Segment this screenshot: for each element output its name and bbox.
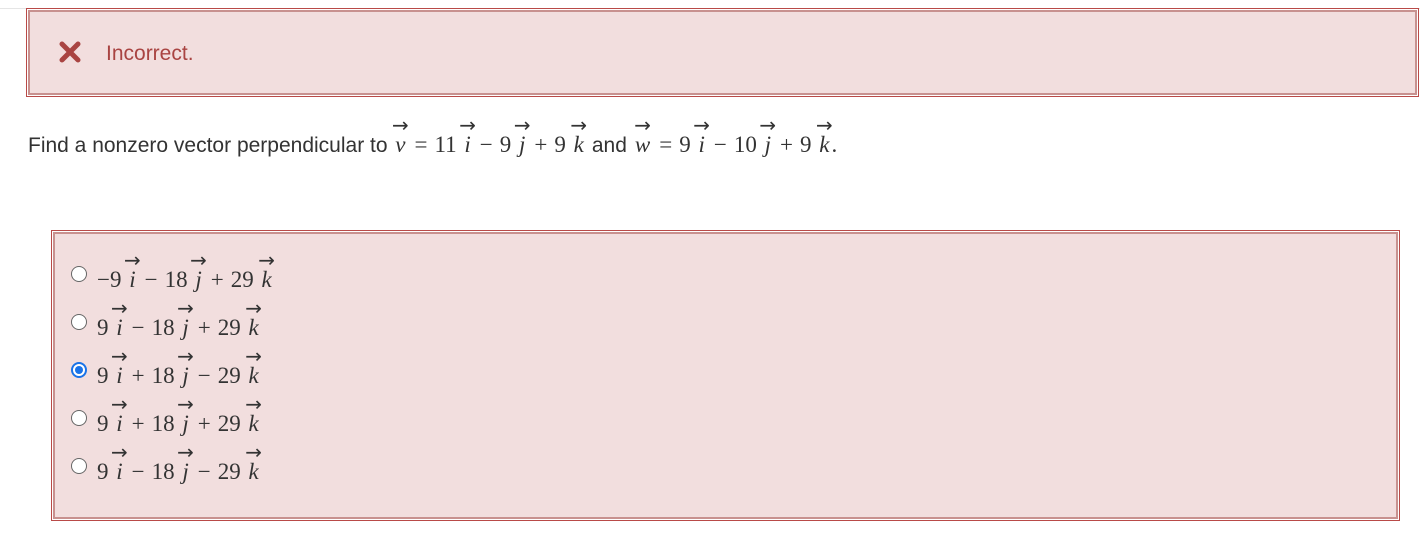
option-coefficient-j: 18 — [151, 363, 175, 388]
vector-w-expression: w = 9 i − 10 j + 9 k . — [633, 132, 837, 158]
option-operator-3: − — [197, 459, 211, 484]
radio-button[interactable] — [71, 458, 87, 474]
w-operator-2: − — [713, 132, 727, 157]
option-coefficient-i: 9 — [97, 459, 109, 484]
option-expression: 9 i − 18 j − 29 k — [97, 459, 261, 485]
radio-button[interactable] — [71, 410, 87, 426]
unit-vector-k: k — [247, 363, 261, 389]
equals-sign: = — [414, 132, 428, 157]
option-coefficient-k: 29 — [217, 315, 241, 340]
unit-vector-i: i — [114, 459, 124, 485]
option-coefficient-j: 18 — [151, 411, 175, 436]
answer-option-3[interactable]: 9 i + 18 j − 29 k — [71, 350, 261, 390]
close-icon — [59, 41, 81, 63]
option-coefficient-i: 9 — [97, 315, 109, 340]
unit-vector-i: i — [462, 132, 472, 158]
unit-vector-i: i — [127, 267, 137, 293]
v-coefficient-i: 11 — [434, 132, 457, 157]
option-operator-2: − — [131, 315, 145, 340]
option-coefficient-k: 29 — [217, 411, 241, 436]
question-prefix: Find a nonzero vector perpendicular to — [28, 134, 388, 157]
option-coefficient-k: 29 — [217, 459, 241, 484]
option-operator-2: + — [131, 411, 145, 436]
answer-option-5[interactable]: 9 i − 18 j − 29 k — [71, 446, 261, 486]
answer-option-1[interactable]: −9 i − 18 j + 29 k — [71, 254, 274, 294]
unit-vector-i: i — [114, 411, 124, 437]
unit-vector-i: i — [697, 132, 707, 158]
answer-option-4[interactable]: 9 i + 18 j + 29 k — [71, 398, 261, 438]
unit-vector-j: j — [517, 132, 527, 158]
option-coefficient-j: 18 — [151, 459, 175, 484]
unit-vector-k: k — [247, 459, 261, 485]
unit-vector-i: i — [114, 363, 124, 389]
unit-vector-k: k — [817, 132, 831, 158]
option-operator-3: − — [197, 363, 211, 388]
v-operator-2: − — [479, 132, 493, 157]
unit-vector-j: j — [763, 132, 773, 158]
option-operator-3: + — [197, 411, 211, 436]
vector-v-name: v — [393, 132, 407, 158]
answer-options-panel: −9 i − 18 j + 29 k 9 i − 18 j + 29 k 9 i — [51, 230, 1400, 521]
option-expression: 9 i + 18 j − 29 k — [97, 363, 261, 389]
unit-vector-k: k — [572, 132, 586, 158]
unit-vector-j: j — [180, 363, 190, 389]
unit-vector-k: k — [247, 315, 261, 341]
feedback-status-text: Incorrect. — [106, 42, 194, 65]
option-operator-3: + — [210, 267, 224, 292]
option-coefficient-k: 29 — [230, 267, 254, 292]
unit-vector-i: i — [114, 315, 124, 341]
option-expression: 9 i + 18 j + 29 k — [97, 411, 261, 437]
option-operator-2: + — [131, 363, 145, 388]
feedback-alert: Incorrect. — [26, 8, 1419, 97]
option-coefficient-j: 18 — [164, 267, 188, 292]
radio-button[interactable] — [71, 266, 87, 282]
option-coefficient-i: 9 — [97, 363, 109, 388]
unit-vector-k: k — [247, 411, 261, 437]
option-coefficient-k: 29 — [217, 363, 241, 388]
vector-w-name: w — [633, 132, 652, 158]
v-operator-3: + — [534, 132, 548, 157]
question-text: Find a nonzero vector perpendicular to v… — [28, 132, 837, 172]
option-coefficient-i: 9 — [97, 411, 109, 436]
v-coefficient-k: 9 — [554, 132, 566, 157]
option-operator-2: − — [131, 459, 145, 484]
option-operator-3: + — [197, 315, 211, 340]
option-expression: −9 i − 18 j + 29 k — [97, 267, 274, 293]
unit-vector-j: j — [180, 459, 190, 485]
option-coefficient-j: 18 — [151, 315, 175, 340]
v-coefficient-j: 9 — [499, 132, 512, 157]
answer-option-2[interactable]: 9 i − 18 j + 29 k — [71, 302, 261, 342]
w-coefficient-j: 10 — [733, 132, 757, 157]
unit-vector-j: j — [180, 411, 190, 437]
conjunction-and: and — [591, 134, 627, 157]
option-expression: 9 i − 18 j + 29 k — [97, 315, 261, 341]
top-divider — [0, 0, 1420, 9]
w-coefficient-k: 9 — [800, 132, 812, 157]
option-coefficient-i: −9 — [97, 267, 122, 292]
w-coefficient-i: 9 — [679, 132, 691, 157]
vector-v-expression: v = 11 i − 9 j + 9 k — [388, 132, 586, 158]
w-operator-3: + — [780, 132, 793, 157]
unit-vector-j: j — [180, 315, 190, 341]
equals-sign: = — [659, 132, 673, 157]
radio-button[interactable] — [71, 314, 87, 330]
unit-vector-k: k — [259, 267, 273, 293]
unit-vector-j: j — [193, 267, 203, 293]
radio-button-selected[interactable] — [71, 362, 87, 378]
option-operator-2: − — [144, 267, 158, 292]
